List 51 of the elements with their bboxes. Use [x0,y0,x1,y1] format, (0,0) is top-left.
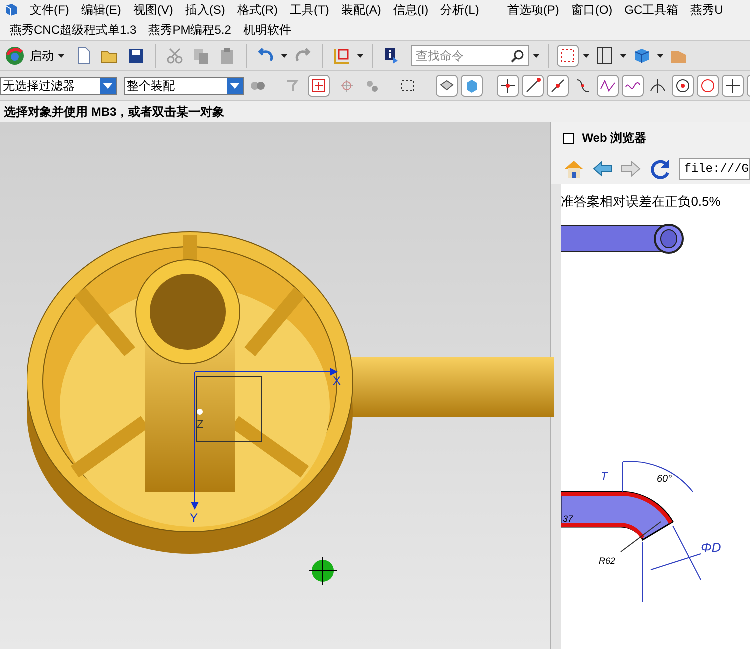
panel-title: Web 浏览器 [582,130,647,147]
snap-points-icon[interactable] [497,74,519,96]
menu-item[interactable]: 燕秀PM编程5.2 [148,21,232,39]
crosshair-target-icon [308,556,338,586]
caret-icon[interactable] [58,54,65,58]
menu-item[interactable]: 窗口(O) [571,1,613,19]
caret-icon[interactable] [620,54,627,58]
start-button[interactable]: 启动 [4,44,69,66]
spline-point-icon[interactable] [597,74,619,96]
fit-view-icon[interactable] [557,44,579,66]
menu-item[interactable]: 编辑(E) [81,1,122,19]
caret-icon[interactable] [533,54,540,58]
line-end-icon[interactable] [522,74,544,96]
scope-dropdown[interactable]: 整个装配 [124,76,244,94]
menu-item[interactable]: 燕秀U [690,1,724,19]
shaded-solid-icon[interactable] [436,74,458,96]
panel-checkbox[interactable] [563,132,574,144]
bent-pipe-diagram-drawing: T 60° 37 R62 ΦD [561,452,742,602]
start-logo-icon[interactable] [4,44,26,66]
app-logo-icon [4,3,18,17]
menu-item[interactable]: 机明软件 [243,21,292,39]
menu-item[interactable]: 视图(V) [133,1,174,19]
menu-item[interactable]: 插入(S) [185,1,226,19]
crosshair-point-icon[interactable] [722,74,744,96]
menu-item[interactable]: 工具(T) [290,1,330,19]
menu-item[interactable]: 信息(I) [393,1,429,19]
quadrant-point-icon[interactable] [697,74,719,96]
prompt-text: 选择对象并使用 MB3，或者双击某一对象 [4,104,225,120]
filter-dropdown[interactable]: 无选择过滤器 [0,76,117,94]
midpoint-icon[interactable] [547,74,569,96]
caret-icon[interactable] [657,54,664,58]
back-arrow-icon[interactable] [593,161,614,177]
page-text: 准答案相对误差在正负0.5% [561,193,722,211]
home-icon[interactable] [563,159,586,179]
menu-item[interactable]: 首选项(P) [507,1,560,19]
arc-center-icon[interactable] [672,74,694,96]
menu-item[interactable]: 文件(F) [30,1,70,19]
caret-icon[interactable] [281,54,288,58]
menu-item[interactable]: GC工具箱 [624,1,679,19]
caret-icon[interactable] [583,54,590,58]
snap-point-icon[interactable] [308,74,330,96]
menu-item[interactable]: 装配(A) [341,1,382,19]
menu-item[interactable]: 格式(R) [237,1,278,19]
wave-curve-icon[interactable] [622,74,644,96]
caret-icon[interactable] [357,54,364,58]
search-field[interactable]: 查找命令 [411,45,529,66]
menu-item[interactable]: 燕秀CNC超级程式单1.3 [10,21,137,39]
menu-item[interactable]: 分析(L) [440,1,480,19]
refresh-icon[interactable] [649,158,672,180]
search-icon[interactable] [511,49,525,63]
address-field[interactable]: file:///G [679,158,750,180]
